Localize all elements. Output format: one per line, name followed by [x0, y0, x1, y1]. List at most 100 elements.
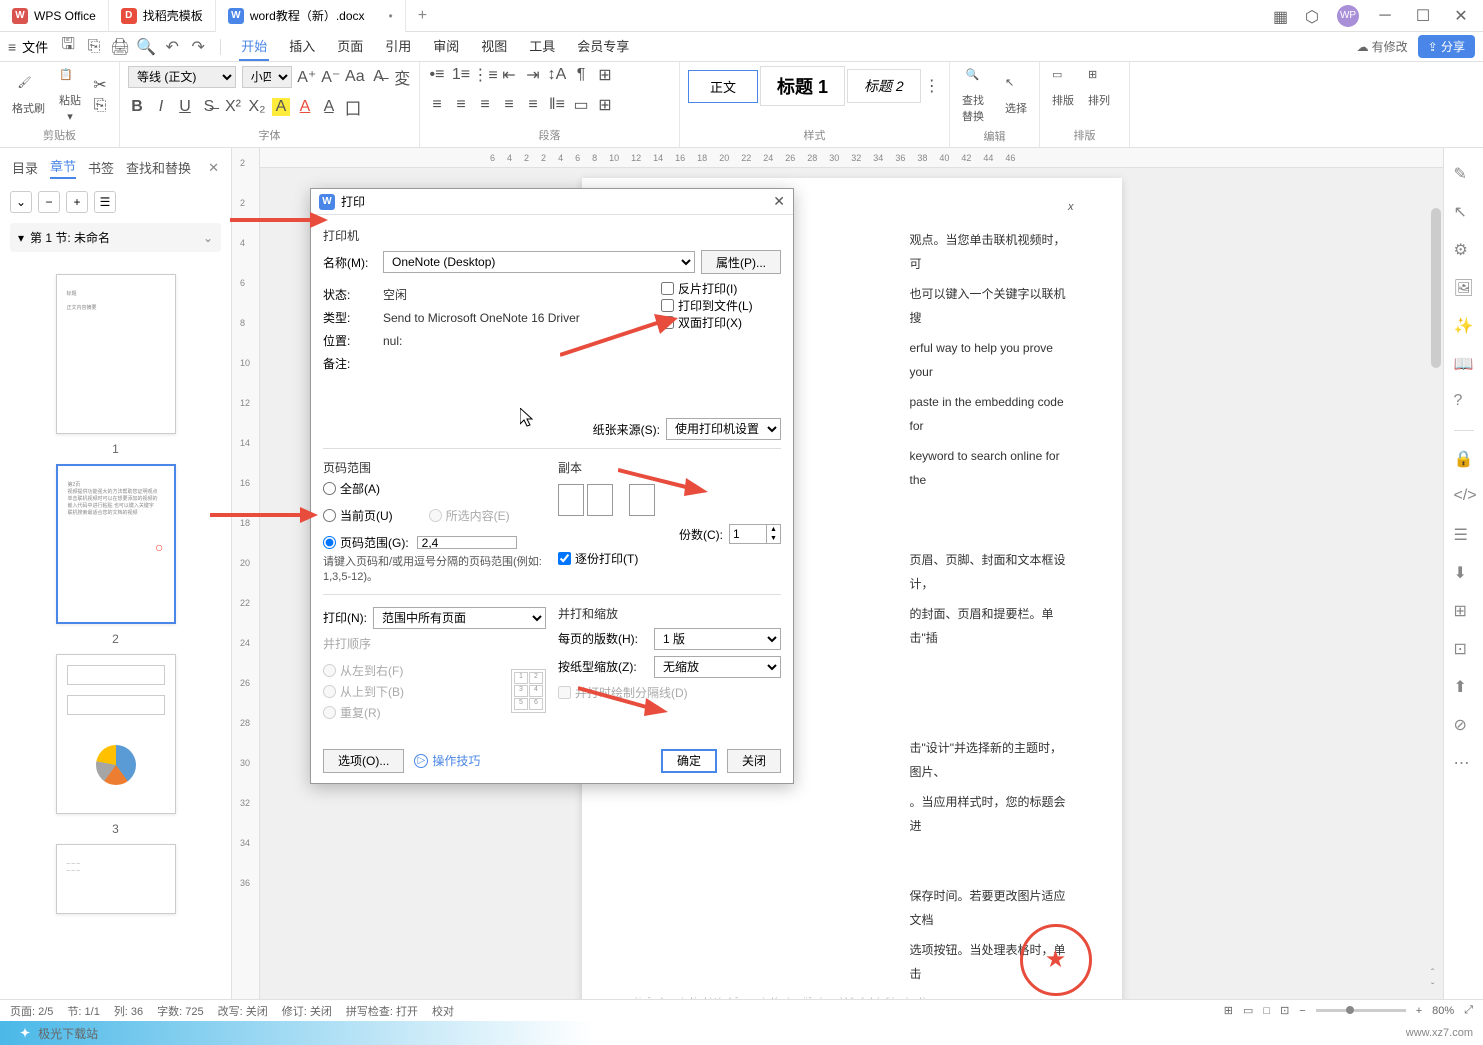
- download-icon[interactable]: ⬇: [1454, 563, 1474, 583]
- image-icon[interactable]: 🖼: [1454, 278, 1474, 298]
- modify-indicator[interactable]: ☁ 有修改: [1357, 38, 1408, 55]
- pen-icon[interactable]: ✎: [1454, 164, 1474, 184]
- underline-icon[interactable]: U: [176, 98, 194, 116]
- tips-link[interactable]: ▷操作技巧: [414, 752, 480, 769]
- zoom-slider[interactable]: [1316, 1009, 1406, 1012]
- view-mode-icon[interactable]: ⊡: [1280, 1004, 1289, 1017]
- menu-tab-home[interactable]: 开始: [239, 32, 269, 61]
- nav-page-button[interactable]: ☰: [94, 191, 116, 213]
- scale-select[interactable]: 无缩放: [654, 656, 781, 678]
- tab-add-button[interactable]: +: [406, 7, 439, 25]
- find-replace-button[interactable]: 🔍查找替换: [958, 66, 995, 126]
- lock-icon[interactable]: 🔒: [1454, 449, 1474, 469]
- pages-per-select[interactable]: 1 版: [654, 628, 781, 650]
- cube-icon[interactable]: ⬡: [1305, 7, 1323, 25]
- dialog-close-button[interactable]: ✕: [773, 193, 785, 210]
- preview-icon[interactable]: 🔍: [136, 37, 156, 57]
- spin-down-icon[interactable]: ▼: [767, 534, 780, 543]
- more-icon[interactable]: ⋯: [1454, 753, 1474, 773]
- menu-tab-member[interactable]: 会员专享: [575, 32, 631, 61]
- align-right-icon[interactable]: ≡: [476, 96, 494, 114]
- thumbnail-4[interactable]: ─ ─ ── ─ ─: [0, 844, 231, 914]
- style-normal[interactable]: 正文: [688, 70, 758, 103]
- status-words[interactable]: 字数: 725: [157, 1003, 203, 1019]
- scroll-down-icon[interactable]: ˇ: [1431, 982, 1434, 993]
- nav-plus-button[interactable]: +: [66, 191, 88, 213]
- menu-tab-references[interactable]: 引用: [383, 32, 413, 61]
- tab-wps-home[interactable]: W WPS Office: [0, 0, 109, 32]
- zoom-out-icon[interactable]: −: [1299, 1005, 1305, 1017]
- change-case-icon[interactable]: Aa: [346, 68, 364, 86]
- code-icon[interactable]: </>: [1454, 487, 1474, 507]
- cut-icon[interactable]: ✂: [91, 76, 109, 94]
- status-section[interactable]: 节: 1/1: [67, 1003, 99, 1019]
- status-revise[interactable]: 修订: 关闭: [282, 1003, 332, 1019]
- select-button[interactable]: ↖选择: [1001, 74, 1031, 118]
- thumbnail-1[interactable]: 标题正文内容摘要 1: [0, 274, 231, 456]
- distribute-icon[interactable]: ≡: [524, 96, 542, 114]
- settings-icon[interactable]: ⚙: [1454, 240, 1474, 260]
- nav-close-icon[interactable]: ✕: [208, 160, 219, 176]
- book-icon[interactable]: 📖: [1454, 354, 1474, 374]
- strike-icon[interactable]: S̶: [200, 98, 218, 116]
- subscript-icon[interactable]: X₂: [248, 98, 266, 116]
- copies-spinner[interactable]: ▲▼: [729, 524, 781, 544]
- maximize-button[interactable]: ☐: [1411, 4, 1435, 28]
- view-mode-icon[interactable]: □: [1263, 1005, 1270, 1017]
- fit-icon[interactable]: ⤢: [1464, 1004, 1473, 1017]
- status-track[interactable]: 改写: 关闭: [218, 1003, 268, 1019]
- to-file-check[interactable]: 打印到文件(L): [661, 297, 781, 314]
- dialog-titlebar[interactable]: W 打印 ✕: [311, 189, 793, 215]
- nav-tab-outline[interactable]: 目录: [12, 158, 38, 177]
- menu-tab-view[interactable]: 视图: [479, 32, 509, 61]
- styles-more-icon[interactable]: ⋮: [923, 77, 941, 95]
- arrange-button[interactable]: ▭排版: [1048, 66, 1078, 110]
- nav-tab-bookmarks[interactable]: 书签: [88, 158, 114, 177]
- line-spacing-icon[interactable]: ‖≡: [548, 96, 566, 114]
- pages-radio[interactable]: 页码范围(G):: [323, 534, 546, 551]
- shrink-font-icon[interactable]: A⁻: [322, 68, 340, 86]
- all-radio[interactable]: 全部(A): [323, 480, 546, 497]
- char-border-icon[interactable]: A̲: [320, 98, 338, 116]
- current-radio[interactable]: 当前页(U): [323, 507, 393, 524]
- shading-icon[interactable]: ▭: [572, 96, 590, 114]
- properties-button[interactable]: 属性(P)...: [701, 250, 781, 274]
- zoom-in-icon[interactable]: +: [1416, 1005, 1422, 1017]
- undo-icon[interactable]: ↶: [162, 37, 182, 57]
- apps-icon[interactable]: ▦: [1273, 7, 1291, 25]
- paste-button[interactable]: 📋粘贴 ▾: [55, 66, 85, 125]
- thumbnail-2[interactable]: 第2页视频提供功能强大的方法帮助您证明观点单击联机视频时可以在想要添加的视频的嵌…: [0, 464, 231, 646]
- bold-icon[interactable]: B: [128, 98, 146, 116]
- sort-icon[interactable]: ↕A: [548, 66, 566, 84]
- nav-tab-find[interactable]: 查找和替换: [126, 158, 191, 177]
- italic-icon[interactable]: I: [152, 98, 170, 116]
- align-center-icon[interactable]: ≡: [452, 96, 470, 114]
- view-mode-icon[interactable]: ▭: [1243, 1004, 1253, 1017]
- zoom-value[interactable]: 80%: [1432, 1005, 1454, 1017]
- align-button[interactable]: ⊞排列: [1084, 66, 1114, 110]
- list-icon[interactable]: ☰: [1454, 525, 1474, 545]
- layout-icon[interactable]: ⊞: [1454, 601, 1474, 621]
- style-heading1[interactable]: 标题 1: [760, 66, 845, 106]
- multilevel-icon[interactable]: ⋮≡: [476, 66, 494, 84]
- nav-tab-sections[interactable]: 章节: [50, 156, 76, 179]
- show-marks-icon[interactable]: ¶: [572, 66, 590, 84]
- scroll-up-icon[interactable]: ˆ: [1431, 968, 1434, 979]
- font-color-icon[interactable]: A: [296, 98, 314, 116]
- tab-document[interactable]: W word教程（新）.docx •: [216, 0, 406, 32]
- font-size-select[interactable]: 小四: [242, 66, 292, 88]
- section-item[interactable]: ▾ 第 1 节: 未命名 ⌄: [10, 223, 221, 252]
- ok-button[interactable]: 确定: [661, 749, 717, 773]
- options-button[interactable]: 选项(O)...: [323, 749, 404, 773]
- file-menu[interactable]: 文件: [22, 37, 48, 56]
- user-avatar[interactable]: WP: [1337, 5, 1359, 27]
- align-left-icon[interactable]: ≡: [428, 96, 446, 114]
- numbering-icon[interactable]: 1≡: [452, 66, 470, 84]
- menu-tab-page[interactable]: 页面: [335, 32, 365, 61]
- copy-icon[interactable]: ⎘: [91, 97, 109, 115]
- save-icon[interactable]: 🖫: [58, 37, 78, 57]
- pinyin-icon[interactable]: 変: [393, 68, 411, 86]
- align-justify-icon[interactable]: ≡: [500, 96, 518, 114]
- print-what-select[interactable]: 范围中所有页面: [373, 607, 546, 629]
- menu-tab-tools[interactable]: 工具: [527, 32, 557, 61]
